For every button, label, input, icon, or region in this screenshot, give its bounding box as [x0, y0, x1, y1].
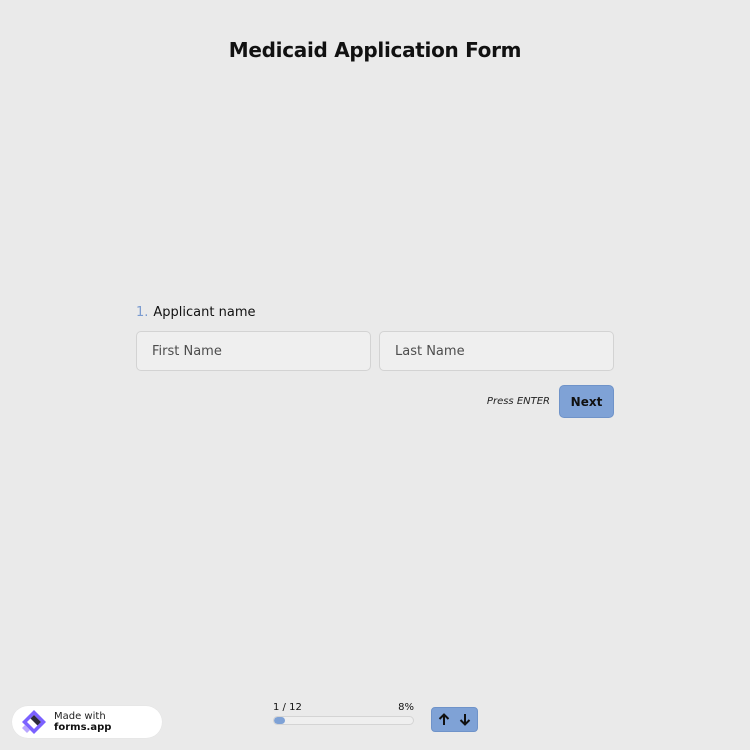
made-with-prefix: Made with [54, 711, 106, 722]
progress-percent: 8% [398, 702, 414, 713]
press-enter-hint: Press ENTER [486, 396, 550, 407]
arrow-down-icon[interactable] [457, 711, 473, 729]
progress-track [273, 716, 414, 725]
last-name-input[interactable] [379, 331, 614, 371]
made-with-badge[interactable]: Made with forms.app [12, 706, 162, 738]
form-title: Medicaid Application Form [228, 38, 522, 62]
progress-counter: 1 / 12 [273, 702, 302, 713]
progress-labels: 1 / 12 8% [273, 701, 414, 714]
action-row: Press ENTER Next [487, 385, 614, 418]
name-fields-row [136, 331, 614, 371]
forms-app-logo-icon [22, 710, 46, 734]
question-text: Applicant name [153, 305, 256, 320]
progress-fill [274, 717, 286, 724]
question-number: 1. [136, 305, 149, 320]
question-label: 1. Applicant name [136, 305, 614, 321]
arrow-up-icon[interactable] [436, 711, 452, 729]
next-button[interactable]: Next [559, 385, 614, 418]
made-with-text: Made with forms.app [54, 711, 162, 733]
first-name-input[interactable] [136, 331, 371, 371]
question-applicant-name: 1. Applicant name Press ENTER Next [136, 305, 614, 418]
question-nav-arrows [431, 707, 478, 732]
progress-indicator: 1 / 12 8% [273, 701, 414, 725]
brand-name: forms.app [54, 722, 112, 733]
